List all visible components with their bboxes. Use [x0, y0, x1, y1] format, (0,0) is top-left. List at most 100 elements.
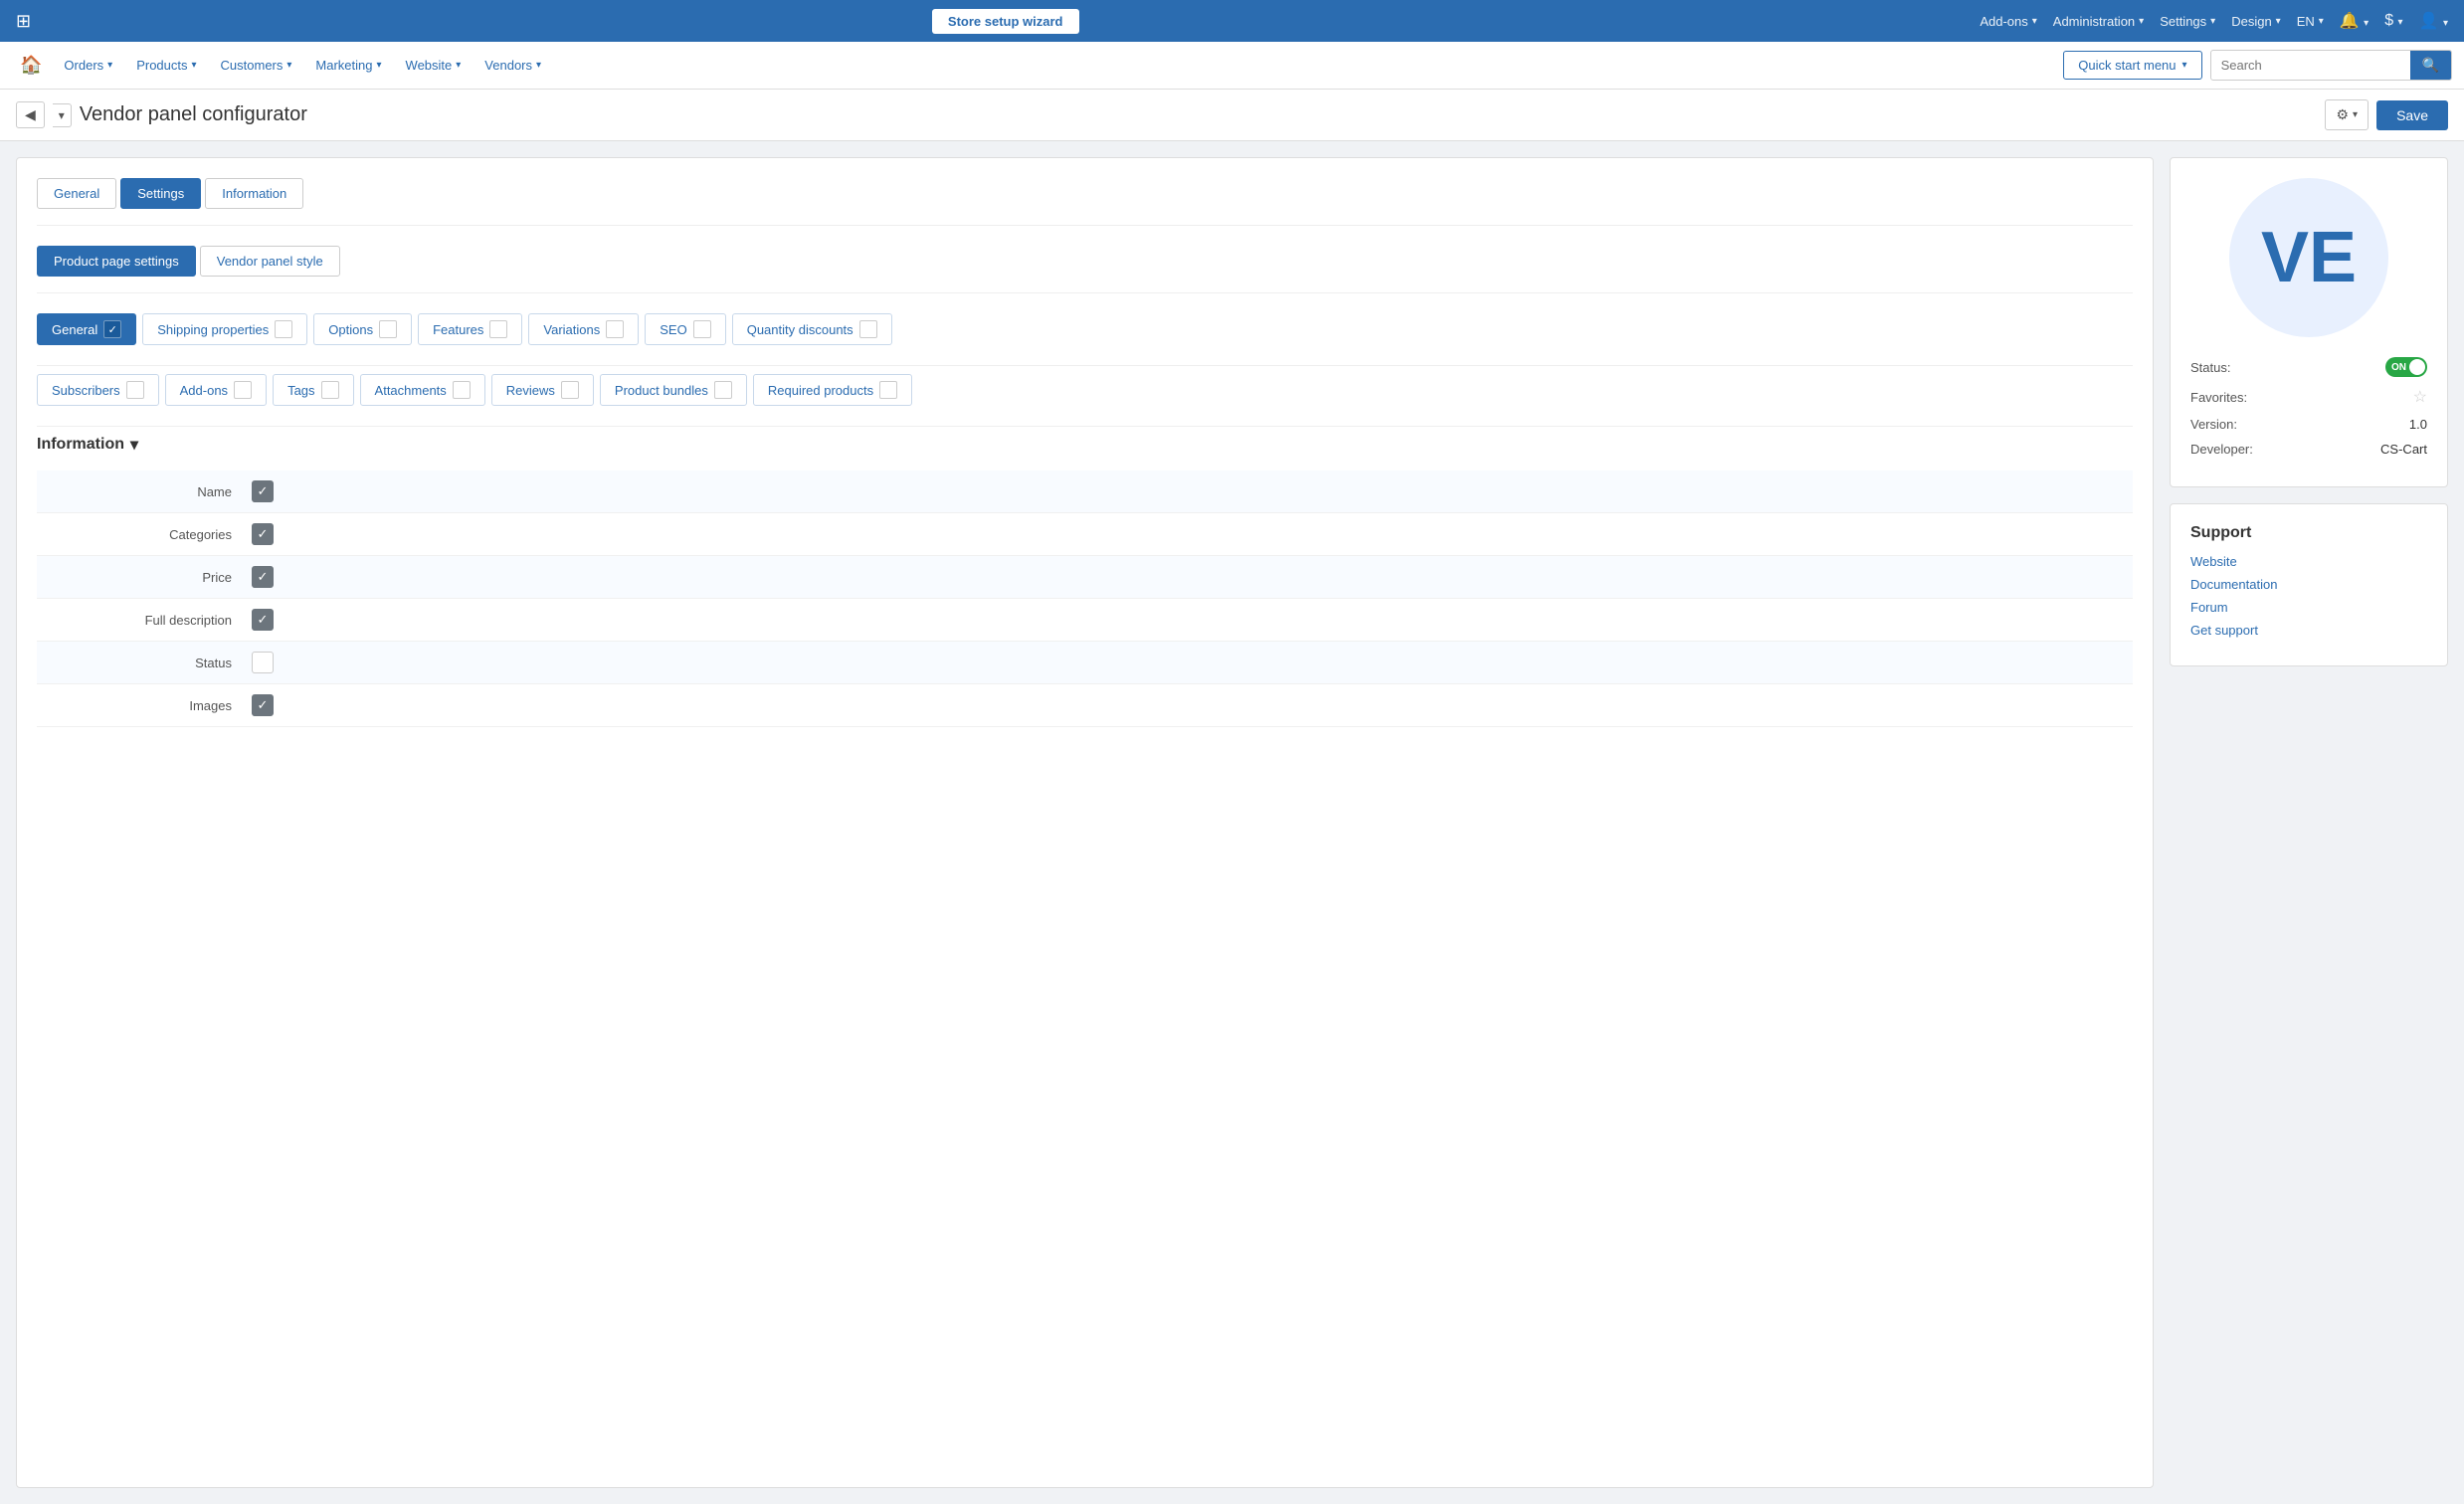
label-images: Images [53, 698, 252, 713]
checkbox-name[interactable]: ✓ [252, 480, 274, 502]
addon-info-card: VE Status: ON Favorites: ☆ Version: 1.0 [2170, 157, 2448, 487]
orders-menu[interactable]: Orders ▾ [54, 52, 122, 79]
pill-tags[interactable]: Tags [273, 374, 353, 406]
pill-required-products[interactable]: Required products [753, 374, 912, 406]
pill-required-products-checkbox [879, 381, 897, 399]
pill-seo-checkbox [693, 320, 711, 338]
support-website-link[interactable]: Website [2190, 554, 2427, 569]
label-status: Status [53, 656, 252, 670]
pill-quantity-discounts[interactable]: Quantity discounts [732, 313, 892, 345]
pill-reviews[interactable]: Reviews [491, 374, 594, 406]
marketing-menu[interactable]: Marketing ▾ [305, 52, 391, 79]
feature-pills-row2: Subscribers Add-ons Tags Attachments Rev… [37, 374, 2133, 427]
toggle-knob [2409, 359, 2425, 375]
favorites-label: Favorites: [2190, 390, 2247, 405]
language-menu[interactable]: EN ▾ [2297, 14, 2324, 29]
currency-icon[interactable]: $ ▾ [2384, 12, 2402, 30]
checkbox-categories[interactable]: ✓ [252, 523, 274, 545]
grid-icon[interactable]: ⊞ [16, 11, 31, 32]
user-icon[interactable]: 👤 ▾ [2419, 11, 2448, 31]
support-forum-link[interactable]: Forum [2190, 600, 2427, 615]
pill-subscribers[interactable]: Subscribers [37, 374, 159, 406]
save-button[interactable]: Save [2376, 100, 2448, 130]
store-setup-button[interactable]: Store setup wizard [932, 9, 1079, 34]
feature-pills-row1: General ✓ Shipping properties Options Fe… [37, 313, 2133, 366]
pill-reviews-checkbox [561, 381, 579, 399]
information-section-heading[interactable]: Information ▾ [37, 435, 2133, 455]
tab-general[interactable]: General [37, 178, 116, 209]
pill-general[interactable]: General ✓ [37, 313, 136, 345]
checkbox-status[interactable] [252, 652, 274, 673]
form-row-status: Status [37, 642, 2133, 684]
pill-features-label: Features [433, 322, 483, 337]
checkbox-images[interactable]: ✓ [252, 694, 274, 716]
sub-tabs: Product page settings Vendor panel style [37, 246, 2133, 293]
search-box: 🔍 [2210, 50, 2452, 81]
subtab-product-page-settings[interactable]: Product page settings [37, 246, 196, 277]
pill-features[interactable]: Features [418, 313, 522, 345]
developer-value: CS-Cart [2380, 442, 2427, 457]
top-bar-right: Add-ons ▾ Administration ▾ Settings ▾ De… [1980, 11, 2448, 31]
checkbox-price[interactable]: ✓ [252, 566, 274, 588]
page-title: Vendor panel configurator [80, 103, 307, 126]
products-menu[interactable]: Products ▾ [126, 52, 206, 79]
back-dropdown-button[interactable]: ▾ [53, 103, 72, 127]
pill-variations-checkbox [606, 320, 624, 338]
label-full-description: Full description [53, 613, 252, 628]
form-row-full-description: Full description ✓ [37, 599, 2133, 642]
status-toggle[interactable]: ON [2385, 357, 2427, 377]
version-value: 1.0 [2409, 417, 2427, 432]
tab-information[interactable]: Information [205, 178, 303, 209]
pill-attachments[interactable]: Attachments [360, 374, 485, 406]
label-categories: Categories [53, 527, 252, 542]
page-header-left: ◀ ▾ Vendor panel configurator [16, 101, 307, 128]
notifications-icon[interactable]: 🔔 ▾ [2340, 11, 2369, 31]
pill-options-checkbox [379, 320, 397, 338]
nav-bar-right: Quick start menu ▾ 🔍 [2063, 50, 2452, 81]
settings-menu[interactable]: Settings ▾ [2160, 14, 2215, 29]
pill-product-bundles[interactable]: Product bundles [600, 374, 747, 406]
design-menu[interactable]: Design ▾ [2231, 14, 2281, 29]
form-row-categories: Categories ✓ [37, 513, 2133, 556]
pill-tags-checkbox [321, 381, 339, 399]
top-bar-center: Store setup wizard [932, 9, 1079, 34]
support-get-support-link[interactable]: Get support [2190, 623, 2427, 638]
support-documentation-link[interactable]: Documentation [2190, 577, 2427, 592]
search-button[interactable]: 🔍 [2410, 51, 2451, 80]
quick-start-caret: ▾ [2182, 60, 2187, 71]
pill-attachments-label: Attachments [375, 383, 447, 398]
quick-start-label: Quick start menu [2078, 58, 2176, 73]
pill-variations[interactable]: Variations [528, 313, 639, 345]
home-button[interactable]: 🏠 [12, 51, 50, 80]
pill-reviews-label: Reviews [506, 383, 555, 398]
addon-logo: VE [2229, 178, 2388, 337]
favorites-star[interactable]: ☆ [2413, 387, 2427, 407]
pill-seo[interactable]: SEO [645, 313, 725, 345]
tab-settings[interactable]: Settings [120, 178, 201, 209]
quick-start-button[interactable]: Quick start menu ▾ [2063, 51, 2201, 80]
pill-variations-label: Variations [543, 322, 600, 337]
checkbox-full-description[interactable]: ✓ [252, 609, 274, 631]
form-row-images: Images ✓ [37, 684, 2133, 727]
pill-product-bundles-label: Product bundles [615, 383, 708, 398]
status-label: Status: [2190, 360, 2230, 375]
search-input[interactable] [2211, 52, 2410, 79]
subtab-vendor-panel-style[interactable]: Vendor panel style [200, 246, 340, 277]
customers-menu[interactable]: Customers ▾ [211, 52, 302, 79]
back-button[interactable]: ◀ [16, 101, 45, 128]
page-header-right: ⚙ ▾ Save [2325, 99, 2448, 130]
pill-required-products-label: Required products [768, 383, 873, 398]
pill-addons[interactable]: Add-ons [165, 374, 267, 406]
support-card: Support Website Documentation Forum Get … [2170, 503, 2448, 666]
pill-general-label: General [52, 322, 97, 337]
pill-options-label: Options [328, 322, 373, 337]
website-menu[interactable]: Website ▾ [396, 52, 472, 79]
pill-seo-label: SEO [660, 322, 686, 337]
pill-tags-label: Tags [287, 383, 314, 398]
pill-options[interactable]: Options [313, 313, 412, 345]
gear-button[interactable]: ⚙ ▾ [2325, 99, 2369, 130]
administration-menu[interactable]: Administration ▾ [2053, 14, 2144, 29]
vendors-menu[interactable]: Vendors ▾ [474, 52, 551, 79]
pill-shipping[interactable]: Shipping properties [142, 313, 307, 345]
addons-menu[interactable]: Add-ons ▾ [1980, 14, 2036, 29]
